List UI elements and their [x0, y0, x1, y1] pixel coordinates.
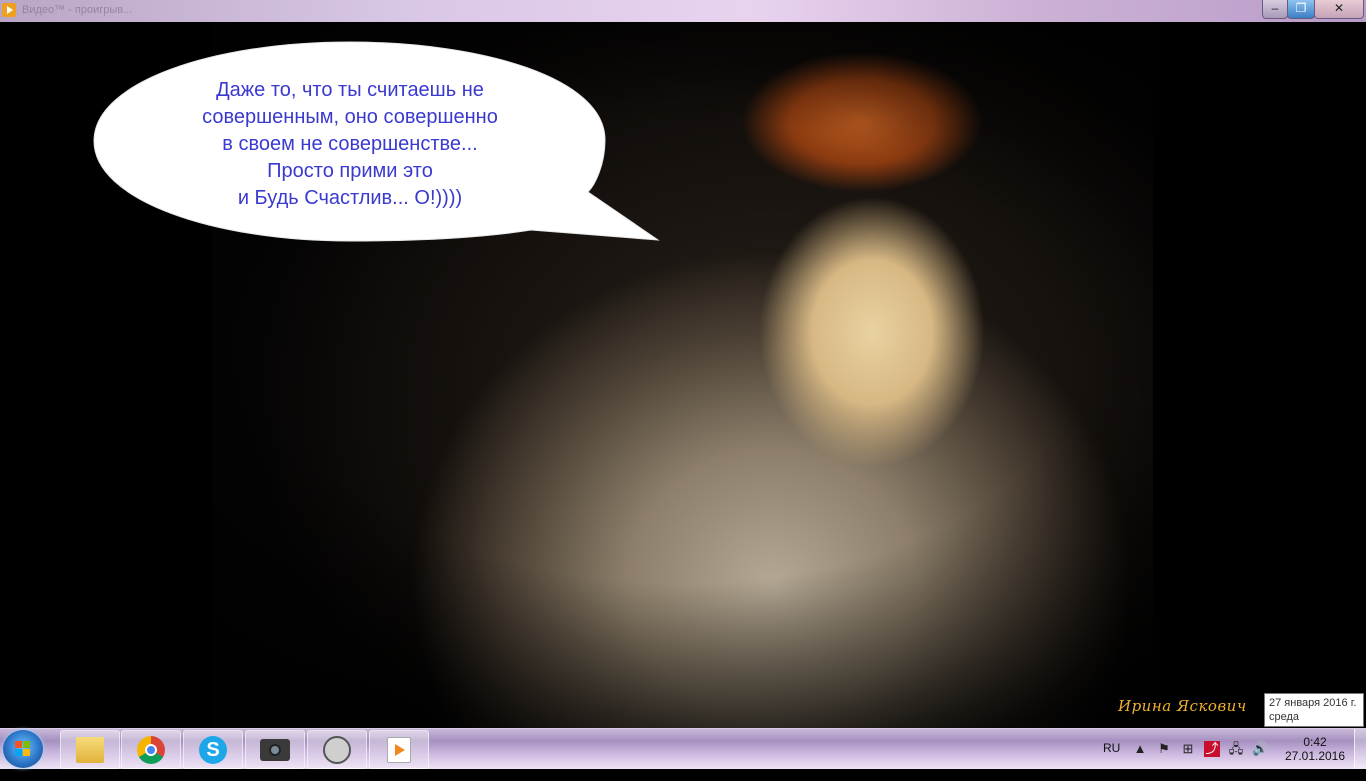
- show-hidden-icons-icon[interactable]: ▲: [1132, 741, 1148, 757]
- taskbar-chrome[interactable]: [121, 730, 181, 769]
- taskbar-explorer[interactable]: [60, 730, 120, 769]
- taskbar-skype[interactable]: S: [183, 730, 243, 769]
- start-button[interactable]: [3, 730, 43, 768]
- chrome-icon: [137, 735, 165, 764]
- show-desktop-button[interactable]: [1354, 729, 1366, 769]
- taskbar: S RU ▲ ⚑ ⊞ ⤴ 🖧 🔊 0:42 27.01.2016: [0, 728, 1366, 769]
- bubble-line: Даже то, что ты считаешь не: [216, 79, 484, 101]
- taskbar-media-player[interactable]: [369, 730, 429, 769]
- language-indicator[interactable]: RU: [1103, 741, 1120, 781]
- action-center-icon[interactable]: ⚑: [1156, 741, 1172, 757]
- date-tooltip: 27 января 2016 г. среда: [1264, 693, 1364, 727]
- clock[interactable]: 0:42 27.01.2016: [1280, 735, 1350, 763]
- artist-signature: Ирина Яскович: [1118, 697, 1247, 715]
- bubble-line: в своем не совершенстве...: [222, 133, 478, 155]
- clock-date: 27.01.2016: [1284, 749, 1346, 763]
- skype-icon: S: [199, 735, 227, 764]
- maximize-button[interactable]: ❐: [1287, 0, 1315, 19]
- window-titlebar: Видео™ - проигрыв... – ❐ ✕: [0, 0, 1366, 22]
- folder-icon: [76, 736, 104, 763]
- windows-icon[interactable]: ⊞: [1180, 741, 1196, 757]
- image-viewer: Даже то, что ты считаешь не совершенным,…: [0, 22, 1366, 728]
- network-icon[interactable]: 🖧: [1228, 741, 1244, 757]
- speech-bubble: Даже то, что ты считаешь не совершенным,…: [93, 40, 660, 242]
- windows-logo-icon: [15, 741, 31, 757]
- movie-maker-icon: [323, 735, 351, 764]
- tooltip-date: 27 января 2016 г.: [1269, 697, 1357, 709]
- window-title: Видео™ - проигрыв...: [22, 4, 133, 16]
- volume-icon[interactable]: 🔊: [1252, 741, 1268, 757]
- app-icon[interactable]: [2, 3, 16, 17]
- bubble-line: Просто прими это: [267, 160, 433, 182]
- speech-bubble-text: Даже то, что ты считаешь не совершенным,…: [133, 77, 567, 212]
- camera-icon: [260, 738, 290, 761]
- clock-time: 0:42: [1303, 735, 1327, 749]
- pdf-icon[interactable]: ⤴: [1204, 741, 1220, 757]
- close-button[interactable]: ✕: [1314, 0, 1364, 19]
- taskbar-movie-maker[interactable]: [307, 730, 367, 769]
- tooltip-weekday: среда: [1269, 711, 1300, 723]
- bubble-line: совершенным, оно совершенно: [202, 106, 498, 128]
- media-player-icon: [387, 736, 411, 763]
- minimize-button[interactable]: –: [1262, 0, 1288, 19]
- taskbar-camera[interactable]: [245, 730, 305, 769]
- bubble-line: и Будь Счастлив... О!)))): [237, 187, 463, 209]
